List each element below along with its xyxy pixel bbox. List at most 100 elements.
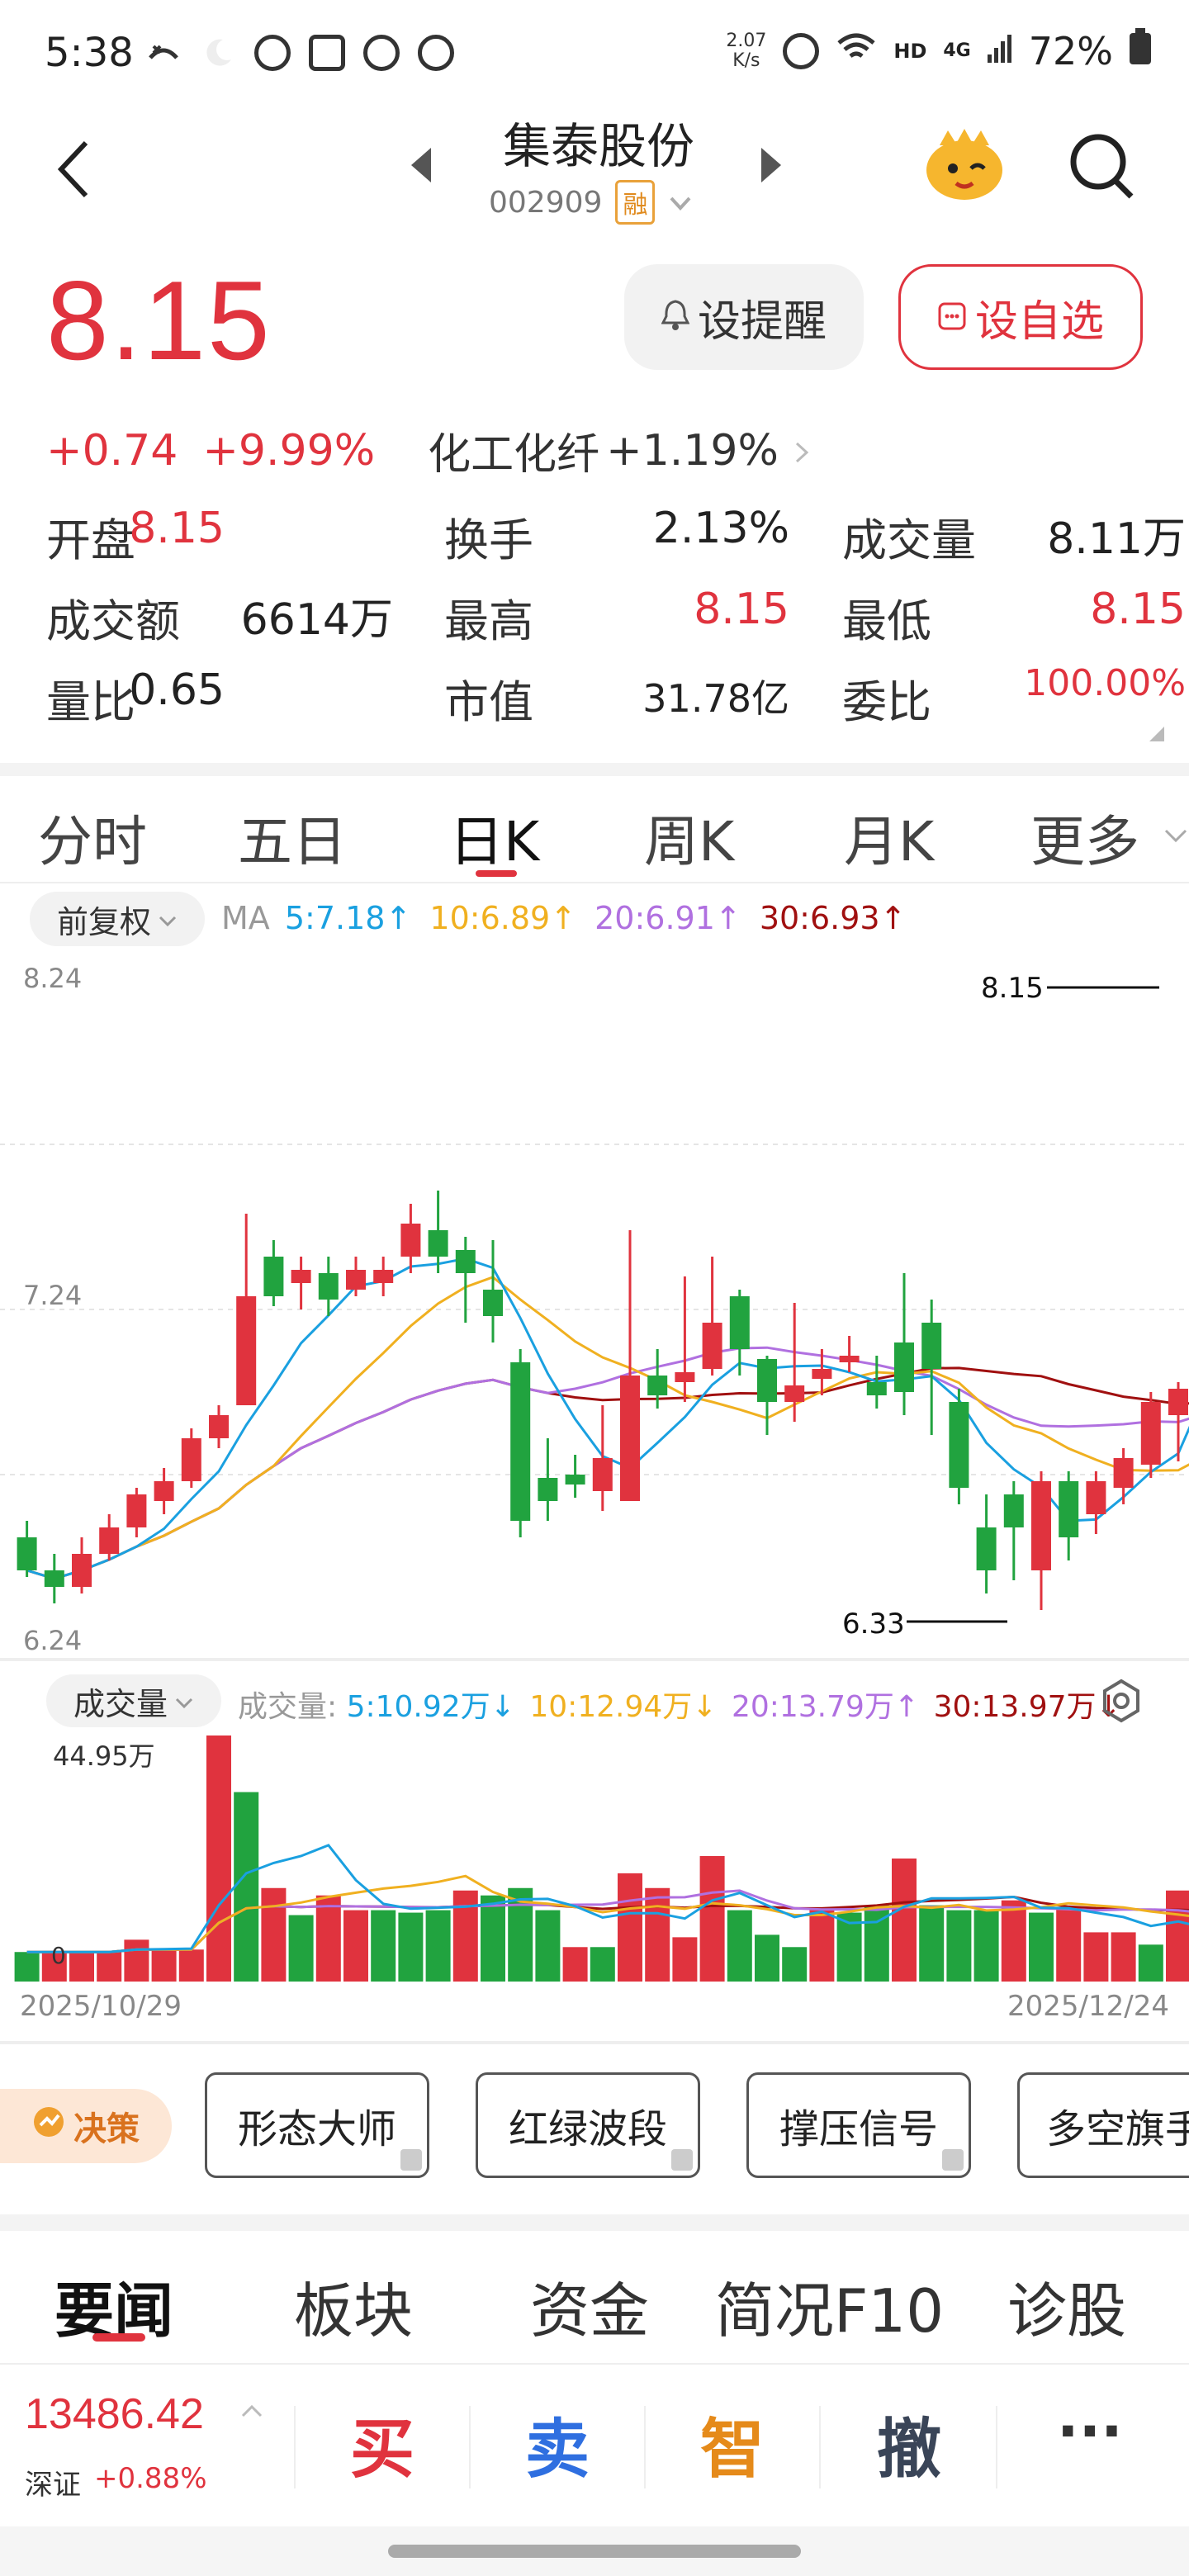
set-alert-button[interactable]: 设提醒 (624, 264, 864, 370)
stock-name: 集泰股份 (502, 118, 694, 174)
current-price: 8.15 (46, 258, 272, 383)
volume-selector[interactable]: 成交量 (46, 1674, 221, 1727)
adjust-selector[interactable]: 前复权 (30, 892, 205, 946)
stock-code: 002909 (489, 185, 603, 220)
tab-daily-k[interactable]: 日K (449, 798, 539, 877)
lock-icon (942, 2149, 964, 2171)
candle-body (44, 1570, 64, 1587)
candlestick-chart[interactable]: 建买买T清T建T买TTT清 8.24 7.24 6.24 8.15 6.33 (0, 949, 1189, 1660)
price-axis-top: 8.24 (23, 963, 82, 994)
home-indicator[interactable] (388, 2545, 801, 2558)
bottom-action-bar: 13486.42 深证 +0.88% 买 卖 智 撤 ··· (0, 2363, 1189, 2526)
chart-grid (0, 1144, 1189, 1475)
candle-body (1086, 1481, 1106, 1514)
tab-monthly-k[interactable]: 月K (844, 798, 934, 877)
index-value[interactable]: 13486.42 (25, 2389, 204, 2439)
candle-body (455, 1250, 476, 1273)
chevron-down-icon[interactable] (1163, 824, 1189, 849)
volume-bar (1138, 1944, 1163, 1982)
volume-bar (782, 1947, 808, 1982)
smart-button[interactable]: 智 (700, 2398, 765, 2490)
tab-weekly-k[interactable]: 周K (644, 798, 734, 877)
compass-icon (418, 35, 454, 71)
expand-corner-icon[interactable] (1149, 727, 1164, 741)
vol-ma30: 30:13.97万↓ (933, 1690, 1121, 1724)
bull-bear-flag-button[interactable]: 多空旗手 (1017, 2072, 1189, 2178)
ma-legend[interactable]: MA 5:7.18↑ 10:6.89↑ 20:6.91↑ 30:6.93↑ (221, 900, 906, 936)
volume-bar (755, 1934, 779, 1982)
vol-ma10: 10:12.94万↓ (529, 1690, 718, 1724)
chart-end-date: 2025/12/24 (1007, 1990, 1169, 2023)
moon-icon (200, 35, 236, 71)
candle-body (510, 1362, 531, 1521)
cancel-order-button[interactable]: 撤 (877, 2398, 941, 2490)
back-button[interactable] (50, 136, 99, 202)
stock-code-row[interactable]: 002909 融 (489, 180, 693, 225)
stat-label: 委比 (842, 676, 931, 728)
active-tab-underline (476, 870, 517, 877)
volume-bar (562, 1947, 588, 1982)
red-green-band-button[interactable]: 红绿波段 (476, 2072, 700, 2178)
industry-name[interactable]: 化工化纤 (428, 419, 599, 481)
volume-chart[interactable]: 44.95万 0 (0, 1731, 1189, 1986)
ma-prefix: MA (221, 900, 270, 936)
volume-bar (590, 1947, 615, 1982)
candle-body (236, 1296, 257, 1405)
support-pressure-button[interactable]: 撑压信号 (746, 2072, 971, 2178)
candle-body (538, 1478, 558, 1501)
stat-value: 0.65 (129, 665, 225, 715)
volume-bar (371, 1910, 396, 1982)
chevron-down-icon (174, 1683, 194, 1719)
volume-zero-label: 0 (51, 1942, 66, 1969)
ma20-value: 20:6.91↑ (594, 900, 741, 936)
mascot-icon[interactable] (923, 122, 1006, 205)
candle-body (72, 1554, 92, 1587)
chevron-right-icon[interactable] (793, 426, 810, 476)
sell-button[interactable]: 卖 (525, 2398, 590, 2490)
candle-body (154, 1481, 174, 1501)
next-stock-icon[interactable] (753, 144, 786, 186)
volume-bar (1029, 1912, 1054, 1982)
divider (0, 882, 1189, 883)
tab-diagnosis[interactable]: 诊股 (1007, 2262, 1126, 2349)
volume-bars (14, 1735, 1189, 1982)
tab-five-day[interactable]: 五日 (238, 798, 347, 877)
tab-more[interactable]: 更多 (1030, 798, 1139, 877)
volume-bar (343, 1910, 368, 1982)
buy-button[interactable]: 买 (350, 2398, 414, 2490)
candle-body (126, 1494, 147, 1527)
more-button[interactable]: ··· (1057, 2398, 1123, 2465)
divider (996, 2406, 997, 2488)
search-icon[interactable] (1065, 124, 1139, 206)
tab-intraday[interactable]: 分时 (38, 798, 147, 877)
add-watchlist-button[interactable]: 设自选 (898, 264, 1143, 370)
gallery-icon (309, 35, 345, 71)
volume-bar (618, 1873, 642, 1982)
tab-f10[interactable]: 简况F10 (715, 2262, 944, 2349)
volume-bar (946, 1910, 972, 1982)
candle-body (921, 1323, 942, 1369)
strategy-row: 决策 形态大师 红绿波段 撑压信号 多空旗手 (0, 2056, 1189, 2188)
decision-badge[interactable]: 决策 (0, 2089, 172, 2163)
candle-body (1003, 1494, 1024, 1527)
prev-stock-icon[interactable] (406, 144, 439, 186)
tab-sector[interactable]: 板块 (294, 2262, 413, 2349)
industry-change[interactable]: +1.19% (606, 426, 779, 476)
pattern-master-button[interactable]: 形态大师 (205, 2072, 429, 2178)
candle-body (483, 1290, 503, 1316)
active-tab-underline (92, 2333, 145, 2342)
stat-value: 6614万 (240, 595, 393, 645)
chevron-up-icon[interactable] (239, 2403, 264, 2419)
alarm-icon (254, 35, 291, 71)
status-bar: 5:38 2.07 K/s HD 4G 72% (0, 0, 1189, 107)
settings-icon[interactable] (1098, 1678, 1144, 1724)
divider (294, 2406, 296, 2488)
bell-icon (661, 292, 690, 342)
period-tabs: 分时 五日 日K 周K 月K 更多 (0, 781, 1189, 880)
tab-funds[interactable]: 资金 (530, 2262, 649, 2349)
index-change: +0.88% (94, 2462, 207, 2495)
candle-body (318, 1273, 339, 1300)
ma30-value: 30:6.93↑ (759, 900, 907, 936)
volume-ma-legend[interactable]: 成交量: 5:10.92万↓ 10:12.94万↓ 20:13.79万↑ 30:… (238, 1683, 1121, 1726)
divider (0, 763, 1189, 776)
